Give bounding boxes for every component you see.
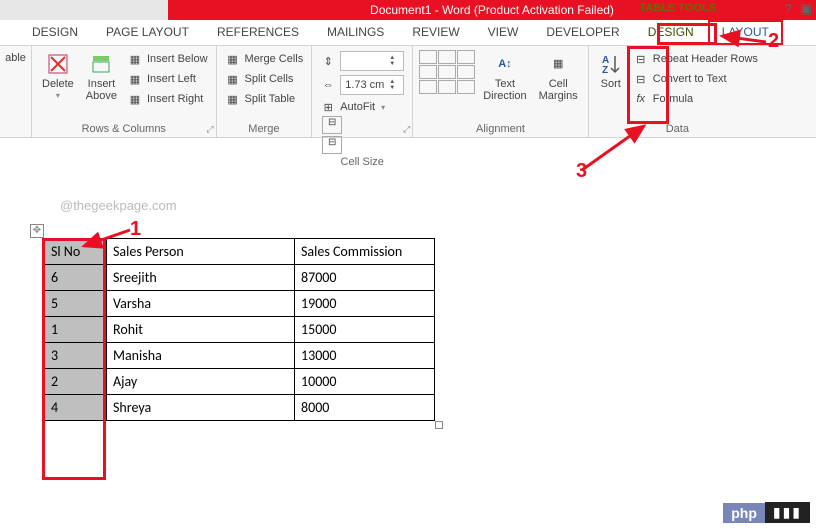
- distribute-rows-icon[interactable]: ⊟: [322, 116, 342, 134]
- ribbon: able Delete ▾ Insert Above ▦Insert Below…: [0, 46, 816, 138]
- alignment-grid[interactable]: [419, 50, 475, 94]
- draw-table-label: able: [5, 52, 26, 64]
- cell-size-launcher-icon[interactable]: ⤢: [403, 124, 410, 135]
- help-icon[interactable]: ?: [784, 1, 791, 17]
- data-table[interactable]: Sl No Sales Person Sales Commission 6Sre…: [44, 238, 435, 421]
- split-table-icon: ▦: [225, 91, 241, 107]
- table-wrap: ✥ Sl No Sales Person Sales Commission 6S…: [44, 238, 435, 421]
- group-table: able: [0, 46, 32, 137]
- insert-above-label: Insert Above: [86, 78, 117, 102]
- text-direction-icon: A↕: [493, 52, 517, 76]
- insert-left-button[interactable]: ▦Insert Left: [125, 70, 210, 88]
- repeat-header-icon: ⊟: [633, 51, 649, 67]
- formula-icon: fx: [633, 91, 649, 107]
- group-alignment-label: Alignment: [419, 121, 582, 135]
- merge-cells-button[interactable]: ▦Merge Cells: [223, 50, 306, 68]
- delete-label: Delete: [42, 78, 74, 90]
- tab-references[interactable]: REFERENCES: [203, 20, 313, 45]
- group-merge-label: Merge: [223, 121, 306, 135]
- height-icon: ⇕: [320, 53, 336, 69]
- table-row: 5Varsha19000: [45, 291, 435, 317]
- ribbon-tabs: DESIGN PAGE LAYOUT REFERENCES MAILINGS R…: [0, 20, 816, 46]
- table-tools-label: TABLE TOOLS: [639, 2, 716, 14]
- document-canvas[interactable]: @thegeekpage.com ✥ Sl No Sales Person Sa…: [0, 138, 816, 192]
- title-bar: Document1 - Word (Product Activation Fai…: [0, 0, 816, 20]
- width-icon: ⇔: [320, 77, 336, 93]
- delete-button[interactable]: Delete ▾: [38, 50, 78, 103]
- group-rows-cols: Delete ▾ Insert Above ▦Insert Below ▦Ins…: [32, 46, 217, 137]
- tab-view[interactable]: VIEW: [474, 20, 533, 45]
- svg-text:Z: Z: [602, 65, 608, 76]
- rows-cols-launcher-icon[interactable]: ⤢: [206, 124, 213, 135]
- title-right-icons: ? ▣: [784, 1, 812, 17]
- merge-cells-icon: ▦: [225, 51, 241, 67]
- table-row: 1Rohit15000: [45, 317, 435, 343]
- php-badge: php ▮▮▮: [723, 502, 810, 523]
- split-table-button[interactable]: ▦Split Table: [223, 90, 306, 108]
- table-row: 2Ajay10000: [45, 369, 435, 395]
- php-badge-right: ▮▮▮: [765, 502, 810, 523]
- table-row: 4Shreya8000: [45, 395, 435, 421]
- sort-icon: AZ: [599, 52, 623, 76]
- group-rows-cols-label: Rows & Columns: [38, 121, 210, 135]
- text-direction-button[interactable]: A↕ Text Direction: [479, 50, 530, 104]
- dropdown-icon: ▾: [56, 92, 60, 101]
- ribbon-collapse-icon[interactable]: ▣: [800, 1, 812, 17]
- split-cells-button[interactable]: ▦Split Cells: [223, 70, 306, 88]
- tab-table-design[interactable]: DESIGN: [634, 20, 708, 45]
- insert-right-button[interactable]: ▦Insert Right: [125, 90, 210, 108]
- insert-below-button[interactable]: ▦Insert Below: [125, 50, 210, 68]
- insert-above-button[interactable]: Insert Above: [82, 50, 121, 104]
- window-title: Document1 - Word (Product Activation Fai…: [168, 0, 816, 20]
- sort-button[interactable]: AZ Sort: [595, 50, 627, 92]
- convert-text-button[interactable]: ⊟Convert to Text: [631, 70, 760, 88]
- table-row: 6Sreejith87000: [45, 265, 435, 291]
- table-header-row: Sl No Sales Person Sales Commission: [45, 239, 435, 265]
- header-commission[interactable]: Sales Commission: [295, 239, 435, 265]
- cell-margins-icon: ▦: [546, 52, 570, 76]
- group-data-label: Data: [595, 121, 760, 135]
- tab-table-layout[interactable]: LAYOUT: [708, 20, 783, 45]
- col-width-control[interactable]: ⇔ 1.73 cm▲▼: [318, 74, 406, 96]
- watermark-text: @thegeekpage.com: [60, 198, 177, 213]
- autofit-button[interactable]: ⊞AutoFit▾: [318, 98, 406, 116]
- group-cell-size: ⇕ ▲▼ ⇔ 1.73 cm▲▼ ⊞AutoFit▾ ⊟ ⊟ Cell Size…: [312, 46, 413, 137]
- table-move-handle-icon[interactable]: ✥: [30, 224, 44, 238]
- group-data: AZ Sort ⊟Repeat Header Rows ⊟Convert to …: [589, 46, 766, 137]
- group-table-label: [6, 133, 25, 135]
- tab-page-layout[interactable]: PAGE LAYOUT: [92, 20, 203, 45]
- formula-button[interactable]: fxFormula: [631, 90, 760, 108]
- table-row: 3Manisha13000: [45, 343, 435, 369]
- row-height-control[interactable]: ⇕ ▲▼: [318, 50, 406, 72]
- insert-below-icon: ▦: [127, 51, 143, 67]
- draw-table-button[interactable]: able: [6, 50, 25, 66]
- cell-margins-button[interactable]: ▦ Cell Margins: [535, 50, 582, 104]
- convert-text-icon: ⊟: [633, 71, 649, 87]
- row-height-stepper[interactable]: ▲▼: [340, 51, 404, 71]
- insert-above-icon: [89, 52, 113, 76]
- tab-mailings[interactable]: MAILINGS: [313, 20, 398, 45]
- autofit-icon: ⊞: [320, 99, 336, 115]
- group-merge: ▦Merge Cells ▦Split Cells ▦Split Table M…: [217, 46, 313, 137]
- insert-right-icon: ▦: [127, 91, 143, 107]
- header-slno[interactable]: Sl No: [45, 239, 107, 265]
- split-cells-icon: ▦: [225, 71, 241, 87]
- tab-review[interactable]: REVIEW: [398, 20, 473, 45]
- php-badge-left: php: [723, 503, 765, 523]
- tab-developer[interactable]: DEVELOPER: [532, 20, 633, 45]
- delete-icon: [46, 52, 70, 76]
- insert-left-icon: ▦: [127, 71, 143, 87]
- header-person[interactable]: Sales Person: [107, 239, 295, 265]
- tab-design[interactable]: DESIGN: [18, 20, 92, 45]
- col-width-stepper[interactable]: 1.73 cm▲▼: [340, 75, 404, 95]
- group-alignment: A↕ Text Direction ▦ Cell Margins Alignme…: [413, 46, 589, 137]
- repeat-header-button[interactable]: ⊟Repeat Header Rows: [631, 50, 760, 68]
- table-resize-handle-icon[interactable]: [435, 421, 443, 429]
